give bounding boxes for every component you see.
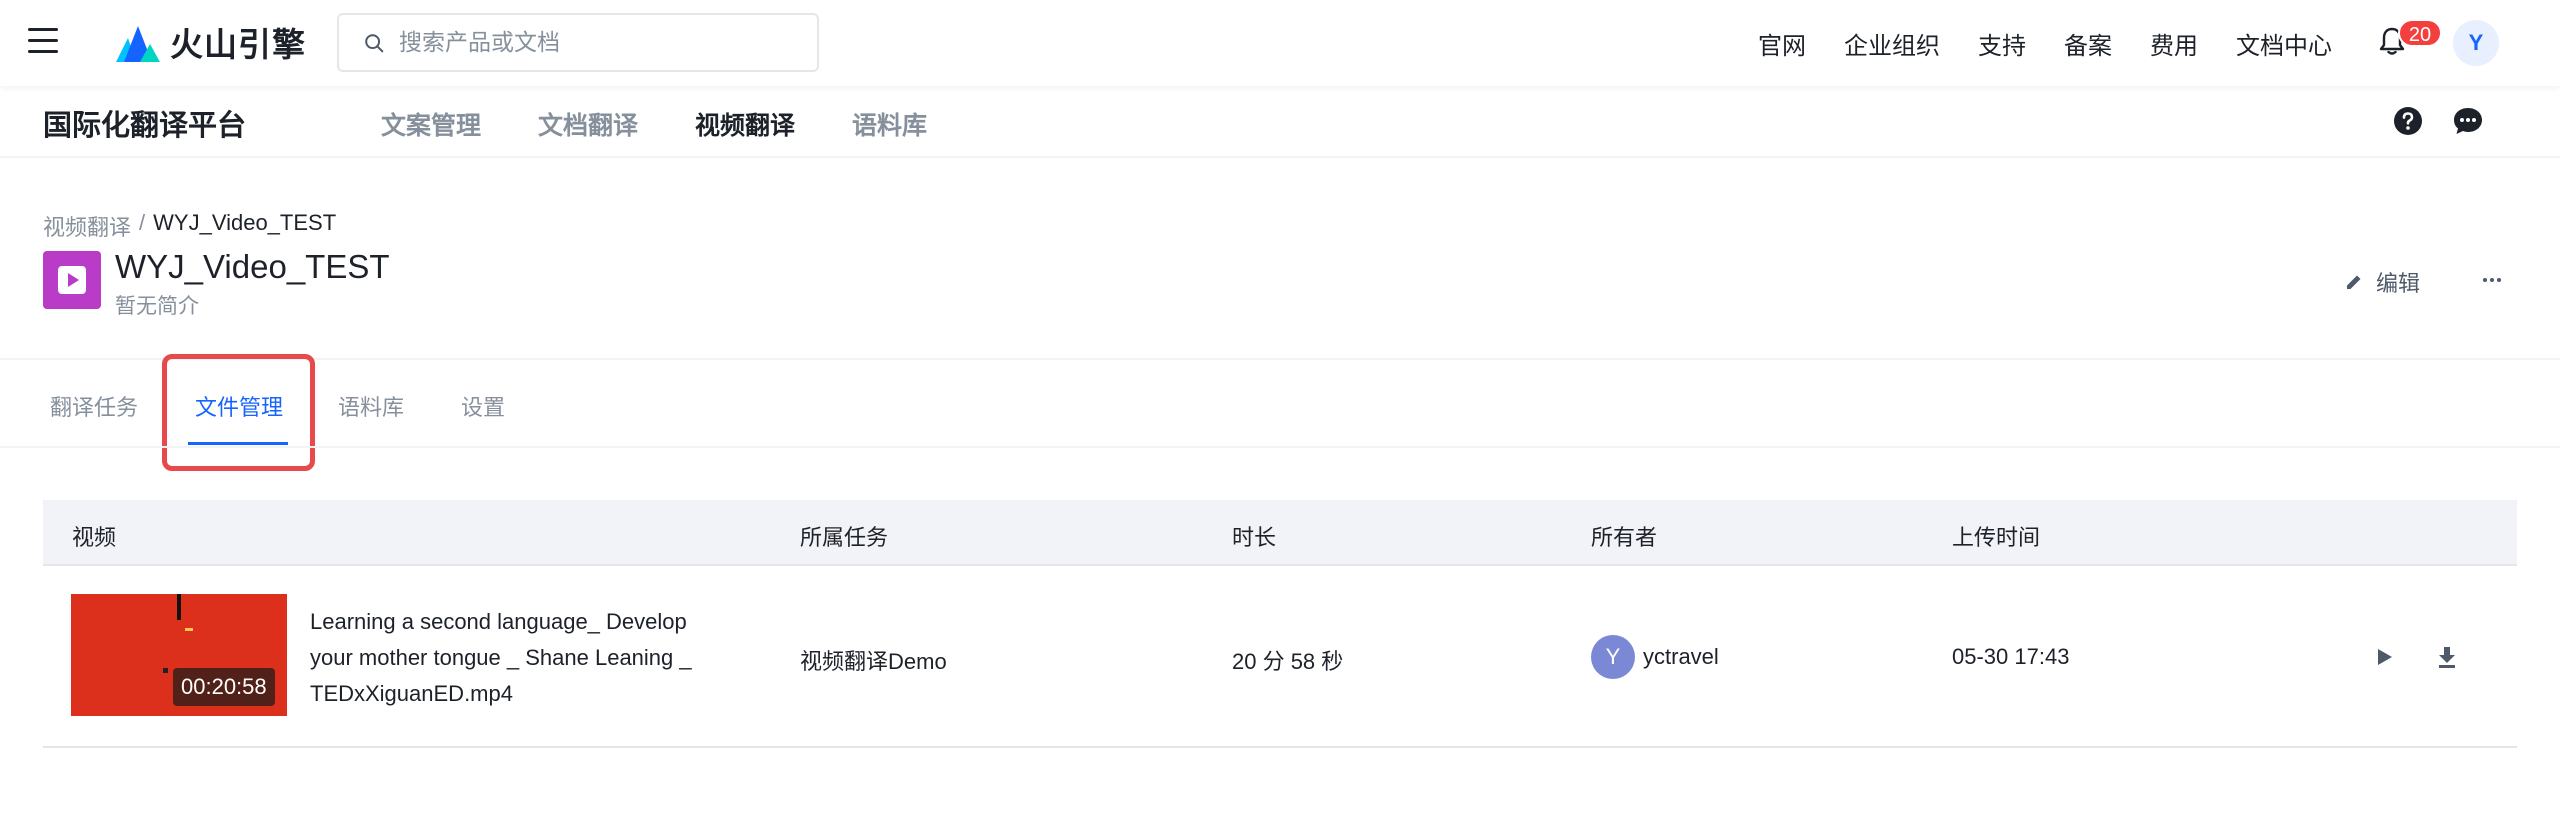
chat-icon[interactable] — [2452, 106, 2484, 136]
sub-nav-copy-management[interactable]: 文案管理 — [381, 106, 481, 142]
column-duration: 时长 — [1232, 525, 1277, 550]
play-icon[interactable] — [2373, 646, 2395, 668]
column-task: 所属任务 — [800, 525, 889, 550]
tab-translation-tasks[interactable]: 翻译任务 — [50, 390, 138, 422]
top-nav-billing[interactable]: 费用 — [2150, 26, 2198, 61]
sub-nav-video-translation[interactable]: 视频翻译 — [695, 106, 795, 142]
breadcrumb-separator: / — [139, 210, 146, 235]
column-owner: 所有者 — [1591, 525, 1658, 550]
help-icon[interactable] — [2393, 106, 2423, 136]
divider — [0, 446, 2560, 448]
project-tabs: 翻译任务 文件管理 语料库 设置 — [0, 360, 2560, 446]
edit-button-label: 编辑 — [2376, 271, 2421, 296]
task-name: 视频翻译Demo — [800, 649, 947, 674]
logo-text: 火山引擎 — [170, 26, 306, 63]
video-thumbnail[interactable]: 00:20:58 — [71, 594, 287, 716]
search-input[interactable] — [399, 29, 799, 56]
pencil-icon — [2347, 275, 2361, 289]
breadcrumb-parent[interactable]: 视频翻译 — [43, 210, 131, 242]
volcano-logo-icon — [116, 26, 160, 62]
owner-name: yctravel — [1643, 644, 1719, 669]
more-icon[interactable] — [2480, 268, 2504, 292]
table-row: 00:20:58 Learning a second language_ Dev… — [43, 566, 2517, 748]
top-nav-organization[interactable]: 企业组织 — [1844, 26, 1940, 61]
top-bar: 火山引擎 官网 企业组织 支持 备案 费用 文档中心 20 Y — [0, 0, 2560, 86]
upload-time: 05-30 17:43 — [1952, 644, 2070, 669]
top-nav-support[interactable]: 支持 — [1978, 26, 2026, 61]
files-table: 视频 所属任务 时长 所有者 上传时间 00:20:58 Learning a … — [43, 500, 2517, 748]
top-nav-docs[interactable]: 文档中心 — [2236, 26, 2332, 61]
platform-title: 国际化翻译平台 — [43, 110, 247, 142]
logo[interactable]: 火山引擎 — [114, 20, 306, 64]
sub-nav-corpus[interactable]: 语料库 — [852, 106, 927, 142]
column-upload-time: 上传时间 — [1952, 525, 2041, 550]
project-name: WYJ_Video_TEST — [115, 248, 390, 285]
sub-header: 国际化翻译平台 文案管理 文档翻译 视频翻译 语料库 — [0, 86, 2560, 158]
sub-nav-document-translation[interactable]: 文档翻译 — [538, 106, 638, 142]
top-nav: 官网 企业组织 支持 备案 费用 文档中心 — [1720, 26, 2332, 61]
search-icon — [365, 33, 384, 52]
notification-badge: 20 — [2398, 19, 2442, 47]
sub-nav: 文案管理 文档翻译 视频翻译 语料库 — [381, 106, 984, 142]
top-nav-filing[interactable]: 备案 — [2064, 26, 2112, 61]
video-duration: 20 分 58 秒 — [1232, 649, 1344, 674]
table-header: 视频 所属任务 时长 所有者 上传时间 — [43, 500, 2517, 566]
search-box[interactable] — [337, 13, 819, 72]
download-icon[interactable] — [2436, 645, 2458, 669]
tab-settings[interactable]: 设置 — [461, 390, 505, 422]
menu-icon[interactable] — [28, 28, 58, 54]
thumbnail-duration: 00:20:58 — [173, 668, 275, 706]
user-avatar[interactable]: Y — [2453, 20, 2499, 66]
video-filename: Learning a second language_ Develop your… — [310, 609, 692, 706]
column-video: 视频 — [72, 525, 117, 550]
owner-avatar: Y — [1591, 635, 1635, 679]
edit-button[interactable]: 编辑 — [2344, 266, 2420, 298]
project-description: 暂无简介 — [115, 295, 199, 318]
breadcrumb-current: WYJ_Video_TEST — [153, 210, 337, 235]
tab-highlight-box — [162, 354, 315, 471]
tab-corpus[interactable]: 语料库 — [338, 390, 404, 422]
top-nav-official-site[interactable]: 官网 — [1758, 26, 1806, 61]
breadcrumb: 视频翻译 / WYJ_Video_TEST — [43, 210, 336, 242]
video-project-icon — [43, 251, 101, 309]
